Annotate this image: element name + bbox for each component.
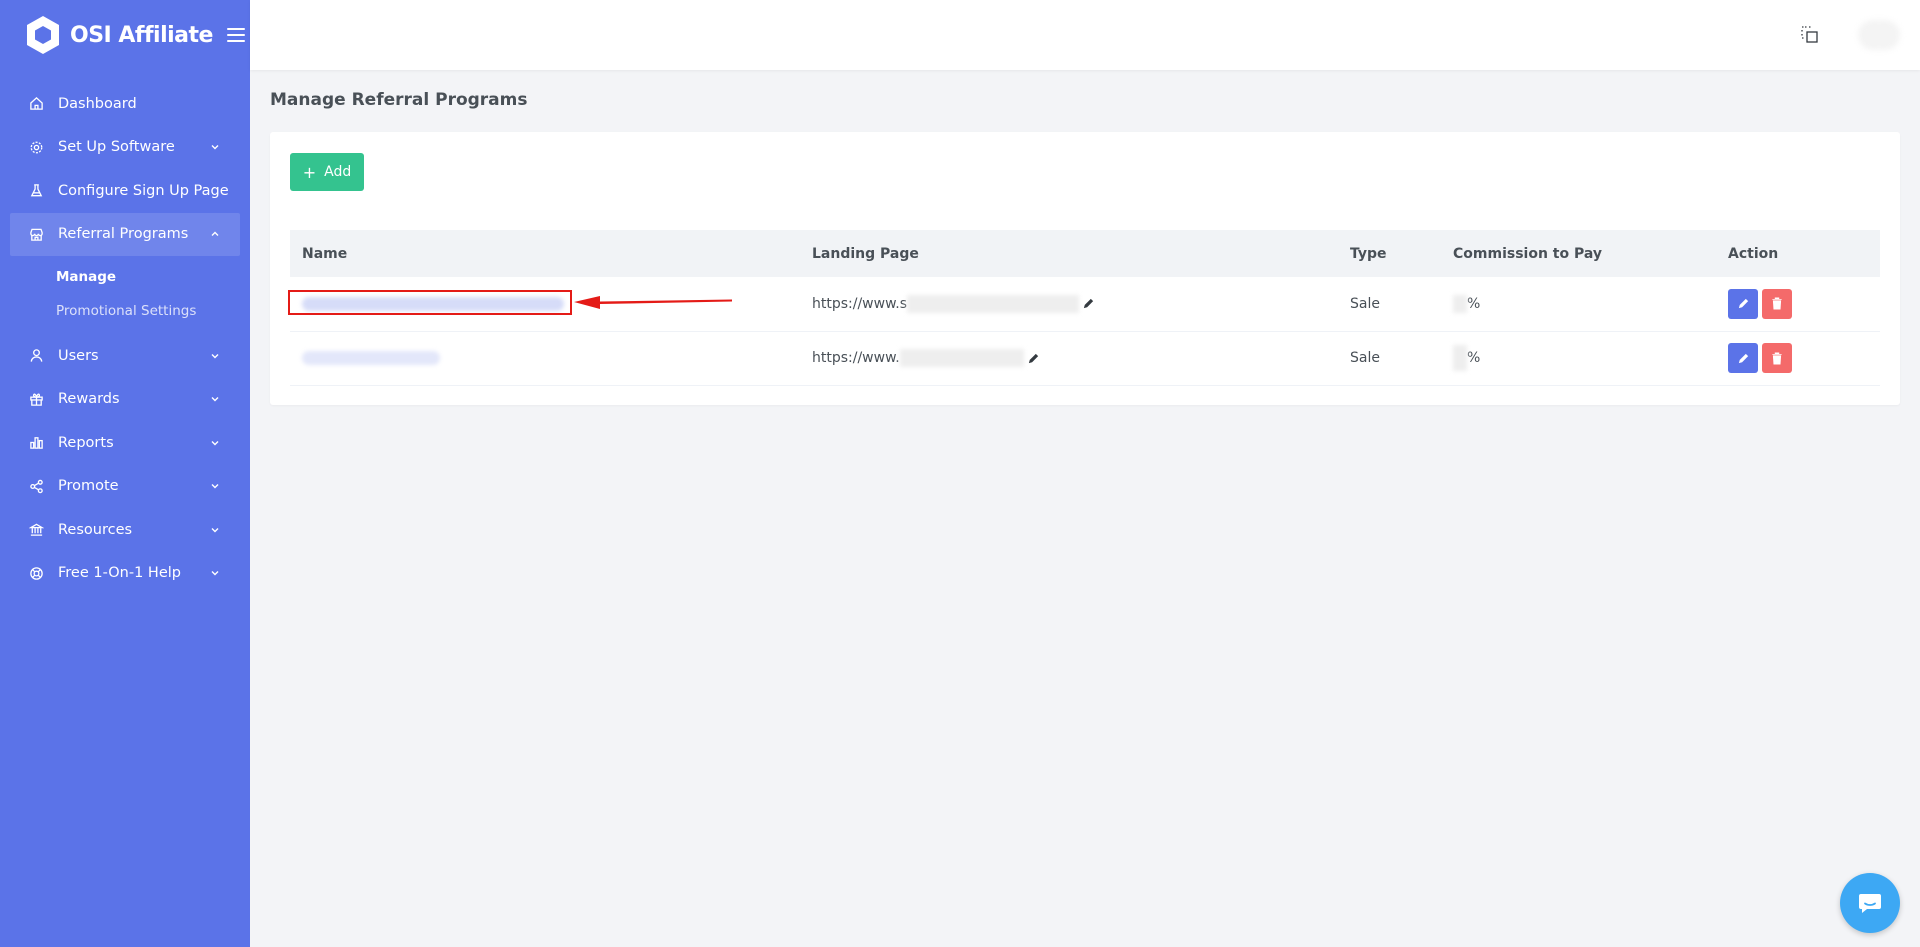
chevron-down-icon (211, 527, 219, 533)
share-icon (28, 478, 44, 494)
chevron-down-icon (211, 397, 219, 402)
store-icon (28, 226, 44, 242)
commission-unit: % (1467, 295, 1481, 312)
program-type: Sale (1350, 350, 1380, 366)
delete-button[interactable] (1762, 343, 1792, 373)
chat-button[interactable] (1840, 873, 1900, 933)
chevron-down-icon (211, 571, 219, 576)
sidebar-item-label: Set Up Software (58, 139, 175, 156)
sidebar-item-label: Referral Programs (58, 226, 189, 243)
edit-button[interactable] (1728, 343, 1758, 373)
brand-name[interactable]: OSI Affiliate (70, 23, 213, 48)
sidebar-item-promote[interactable]: Promote (0, 465, 250, 509)
sidebar-item-configure-sign-up-page[interactable]: Configure Sign Up Page (0, 169, 250, 213)
sidebar-item-free-help[interactable]: Free 1-On-1 Help (0, 552, 250, 596)
sidebar-subitem-promotional-settings[interactable]: Promotional Settings (0, 294, 250, 328)
column-header-commission[interactable]: Commission to Pay (1441, 230, 1716, 277)
table-header-row: Name Landing Page Type Commission to Pay… (290, 230, 1880, 277)
sidebar-item-rewards[interactable]: Rewards (0, 378, 250, 422)
landing-page-url: https://www.s (812, 295, 907, 312)
pencil-icon[interactable] (1027, 352, 1040, 365)
chevron-down-icon (211, 145, 219, 150)
page-title: Manage Referral Programs (270, 90, 528, 110)
add-button[interactable]: + Add (290, 153, 364, 191)
home-icon (28, 96, 44, 112)
flask-icon (28, 183, 44, 199)
user-icon (28, 348, 44, 364)
landing-page-url-redacted (907, 294, 1079, 313)
sidebar-nav: Dashboard Set Up Software Configure Sign… (0, 82, 250, 595)
bar-chart-icon (28, 435, 44, 451)
fullscreen-icon[interactable] (1800, 25, 1820, 45)
landing-page-url-redacted (899, 349, 1024, 367)
brand: OSI Affiliate (0, 0, 250, 70)
program-name-link[interactable] (302, 351, 440, 365)
chat-bubble-icon (1859, 894, 1881, 913)
sidebar-item-label: Resources (58, 521, 133, 538)
commission-unit: % (1467, 350, 1481, 366)
table-row: https://www. Sale % (290, 331, 1880, 385)
chevron-down-icon (211, 353, 219, 359)
program-type: Sale (1350, 295, 1380, 312)
pencil-icon[interactable] (1082, 297, 1095, 310)
chevron-down-icon (211, 440, 219, 446)
sidebar-item-label: Free 1-On-1 Help (58, 565, 181, 582)
sidebar-item-label: Configure Sign Up Page (58, 182, 229, 199)
topbar (250, 0, 1920, 70)
commission-value-redacted (1453, 294, 1467, 313)
sidebar-item-label: Rewards (58, 391, 120, 408)
add-button-label: Add (324, 164, 352, 180)
sidebar-item-dashboard[interactable]: Dashboard (0, 82, 250, 126)
sidebar: OSI Affiliate Dashboard Set Up Software … (0, 0, 250, 947)
landing-page-url: https://www. (812, 350, 900, 366)
gear-icon (28, 139, 44, 155)
sidebar-submenu-referral-programs: Manage Promotional Settings (0, 256, 250, 334)
annotation-highlight-box (288, 290, 572, 315)
column-header-name[interactable]: Name (290, 230, 800, 277)
programs-card: + Add Name Landing Page Type Commission … (270, 132, 1900, 405)
gift-icon (28, 391, 44, 407)
trash-icon (1772, 297, 1782, 310)
trash-icon (1772, 352, 1782, 364)
sidebar-item-reports[interactable]: Reports (0, 421, 250, 465)
plus-icon: + (302, 162, 317, 182)
annotation-arrow-icon (574, 296, 732, 309)
column-header-type[interactable]: Type (1338, 230, 1441, 277)
chevron-up-icon (211, 231, 219, 237)
column-header-landing-page[interactable]: Landing Page (800, 230, 1338, 277)
logo-hexagon-icon[interactable] (24, 14, 62, 56)
sidebar-item-referral-programs[interactable]: Referral Programs (10, 212, 240, 256)
sidebar-item-set-up-software[interactable]: Set Up Software (0, 126, 250, 170)
sidebar-item-label: Users (58, 347, 99, 364)
menu-toggle-icon[interactable] (226, 28, 245, 42)
sidebar-item-label: Reports (58, 434, 114, 451)
delete-button[interactable] (1762, 288, 1792, 319)
sidebar-item-resources[interactable]: Resources (0, 508, 250, 552)
pencil-icon (1738, 299, 1748, 309)
sidebar-item-label: Promote (58, 478, 119, 495)
pencil-icon (1738, 353, 1748, 363)
lifebuoy-icon (28, 565, 44, 581)
bank-icon (28, 522, 44, 538)
sidebar-item-label: Dashboard (58, 95, 137, 112)
chevron-down-icon (211, 484, 219, 489)
sidebar-item-users[interactable]: Users (0, 334, 250, 378)
sidebar-subitem-manage[interactable]: Manage (0, 260, 250, 294)
avatar[interactable] (1858, 20, 1900, 50)
commission-value-redacted (1453, 345, 1467, 371)
edit-button[interactable] (1728, 288, 1758, 319)
column-header-action: Action (1728, 245, 1779, 262)
